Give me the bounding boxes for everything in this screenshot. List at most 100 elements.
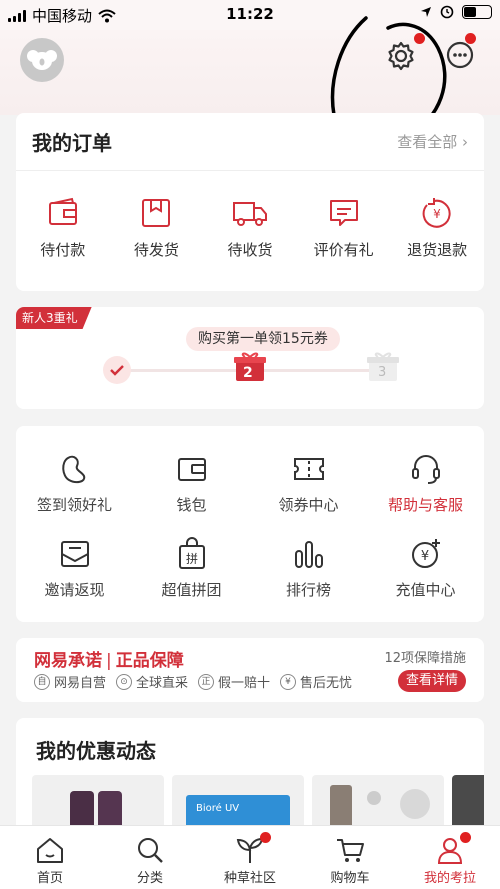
tab-cart[interactable]: 购物车	[300, 826, 400, 889]
guarantee-item: ¥ 售后无忧	[280, 672, 352, 691]
status-bar: 中国移动 11:22	[0, 0, 500, 30]
chevron-right-icon: ›	[462, 133, 468, 151]
gift-step-2-label: 2	[243, 365, 253, 381]
ticket-icon	[293, 458, 324, 480]
first-order-coupon: 购买第一单领15元券	[186, 327, 340, 351]
tab-category[interactable]: 分类	[100, 826, 200, 889]
view-details-button[interactable]: 查看详情	[397, 670, 466, 692]
tab-my-koala[interactable]: 我的考拉	[400, 826, 500, 889]
profile-badge	[460, 832, 471, 843]
tab-home[interactable]: 首页	[0, 826, 100, 889]
wallet-icon	[48, 197, 77, 225]
guarantee-item-label: 网易自营	[54, 676, 107, 691]
settings-gear-icon[interactable]	[385, 40, 417, 72]
message-badge	[465, 33, 476, 44]
svg-text:拼: 拼	[185, 552, 197, 566]
orders-header: 我的订单 查看全部 ›	[16, 113, 484, 171]
service-label: 签到领好礼	[36, 496, 112, 514]
guarantee-item: ⊙ 全球直采	[116, 672, 188, 691]
refund-icon: ¥	[422, 198, 451, 228]
order-label: 待发货	[133, 241, 179, 259]
truck-icon	[232, 202, 267, 226]
avatar[interactable]	[20, 38, 64, 82]
ranking-icon	[294, 541, 323, 568]
step-done-check-icon	[103, 356, 131, 384]
status-right	[420, 5, 492, 19]
settings-badge	[414, 33, 425, 44]
new-user-ribbon: 新人3重礼	[16, 307, 92, 329]
service-group-buy[interactable]: 拼 超值拼团	[133, 537, 250, 600]
service-wallet[interactable]: 钱包	[133, 452, 250, 515]
guarantee-card: 网易承诺 | 正品保障 12项保障措施 自网易自营 ⊙ 全球直采 正假一赔十 ¥ 售后无…	[16, 638, 484, 702]
tab-label: 我的考拉	[423, 871, 476, 886]
orders-title: 我的订单	[32, 131, 112, 155]
guarantee-title-a: 网易承诺	[34, 651, 102, 671]
headset-icon	[411, 455, 440, 484]
guarantee-item-label: 假一赔十	[218, 676, 271, 691]
tab-label: 分类	[136, 871, 163, 886]
deals-title: 我的优惠动态	[36, 739, 156, 763]
guarantee-item: 自网易自营	[34, 672, 106, 691]
service-label: 邀请返现	[44, 581, 105, 599]
service-label: 帮助与客服	[387, 496, 463, 514]
new-user-gift-card[interactable]: 新人3重礼 购买第一单领15元券 2 3	[16, 307, 484, 409]
recharge-icon: ¥	[411, 539, 440, 568]
svg-text:¥: ¥	[420, 549, 428, 564]
authentic-icon: 正	[198, 673, 215, 690]
wallet-icon	[177, 458, 206, 481]
community-badge	[260, 832, 271, 843]
global-sourcing-icon: ⊙	[116, 673, 133, 690]
order-label: 评价有礼	[313, 241, 374, 259]
tab-label: 种草社区	[223, 871, 276, 886]
order-refund[interactable]: ¥ 退货退款	[392, 197, 482, 260]
service-label: 充值中心	[395, 581, 456, 599]
service-label: 超值拼团	[161, 581, 222, 599]
deal-thumbnail-label: Bioré UV	[196, 803, 240, 814]
koala-icon	[27, 50, 57, 70]
my-deals-card: 我的优惠动态 Bioré UV	[16, 718, 484, 838]
comment-icon	[329, 200, 358, 226]
order-label: 待付款	[40, 241, 86, 259]
bottom-tab-bar: 首页 分类 种草社区 购物车 我的考拉	[0, 825, 500, 889]
service-coupon-center[interactable]: 领券中心	[250, 452, 367, 515]
guarantee-title: 网易承诺 | 正品保障	[34, 651, 184, 671]
service-help[interactable]: 帮助与客服	[367, 452, 484, 515]
orders-card: 我的订单 查看全部 › 待付款 待发货 待收货 评价有礼 ¥ 退货退款	[16, 113, 484, 291]
view-all-orders-link[interactable]: 查看全部 ›	[397, 131, 468, 152]
service-label: 领券中心	[278, 496, 339, 514]
battery-icon	[462, 5, 492, 19]
order-pending-shipment[interactable]: 待发货	[111, 197, 201, 260]
svg-text:¥: ¥	[433, 207, 441, 221]
bean-icon	[61, 455, 85, 484]
service-ranking[interactable]: 排行榜	[250, 537, 367, 600]
service-recharge[interactable]: ¥ 充值中心	[367, 537, 484, 600]
services-grid: 签到领好礼 钱包 领券中心 帮助与客服 邀请返现 拼 超值拼团 排行榜 ¥ 充值…	[16, 426, 484, 600]
tab-label: 购物车	[330, 871, 370, 886]
alarm-icon	[440, 5, 454, 19]
services-card: 签到领好礼 钱包 领券中心 帮助与客服 邀请返现 拼 超值拼团 排行榜 ¥ 充值…	[16, 426, 484, 622]
service-label: 钱包	[176, 496, 207, 514]
self-operated-icon: 自	[34, 673, 50, 690]
order-pending-receipt[interactable]: 待收货	[205, 197, 295, 260]
location-icon	[421, 7, 431, 17]
message-icon[interactable]	[445, 40, 475, 70]
tab-label: 首页	[36, 871, 63, 886]
search-icon	[138, 838, 163, 863]
view-all-label: 查看全部	[397, 133, 458, 151]
order-status-row: 待付款 待发货 待收货 评价有礼 ¥ 退货退款	[16, 171, 484, 260]
service-checkin[interactable]: 签到领好礼	[16, 452, 133, 515]
profile-header	[0, 16, 500, 148]
order-review[interactable]: 评价有礼	[299, 197, 389, 260]
order-label: 退货退款	[407, 241, 468, 259]
guarantee-item-label: 全球直采	[136, 676, 189, 691]
home-icon	[37, 838, 63, 863]
after-sales-icon: ¥	[280, 673, 297, 690]
order-label: 待收货	[227, 241, 273, 259]
gift-step-3-label: 3	[378, 365, 387, 380]
order-pending-payment[interactable]: 待付款	[18, 197, 108, 260]
service-invite[interactable]: 邀请返现	[16, 537, 133, 600]
tab-community[interactable]: 种草社区	[200, 826, 300, 889]
cart-icon	[337, 839, 364, 862]
guarantee-count: 12项保障措施	[384, 651, 466, 666]
guarantee-item: 正假一赔十	[198, 672, 270, 691]
